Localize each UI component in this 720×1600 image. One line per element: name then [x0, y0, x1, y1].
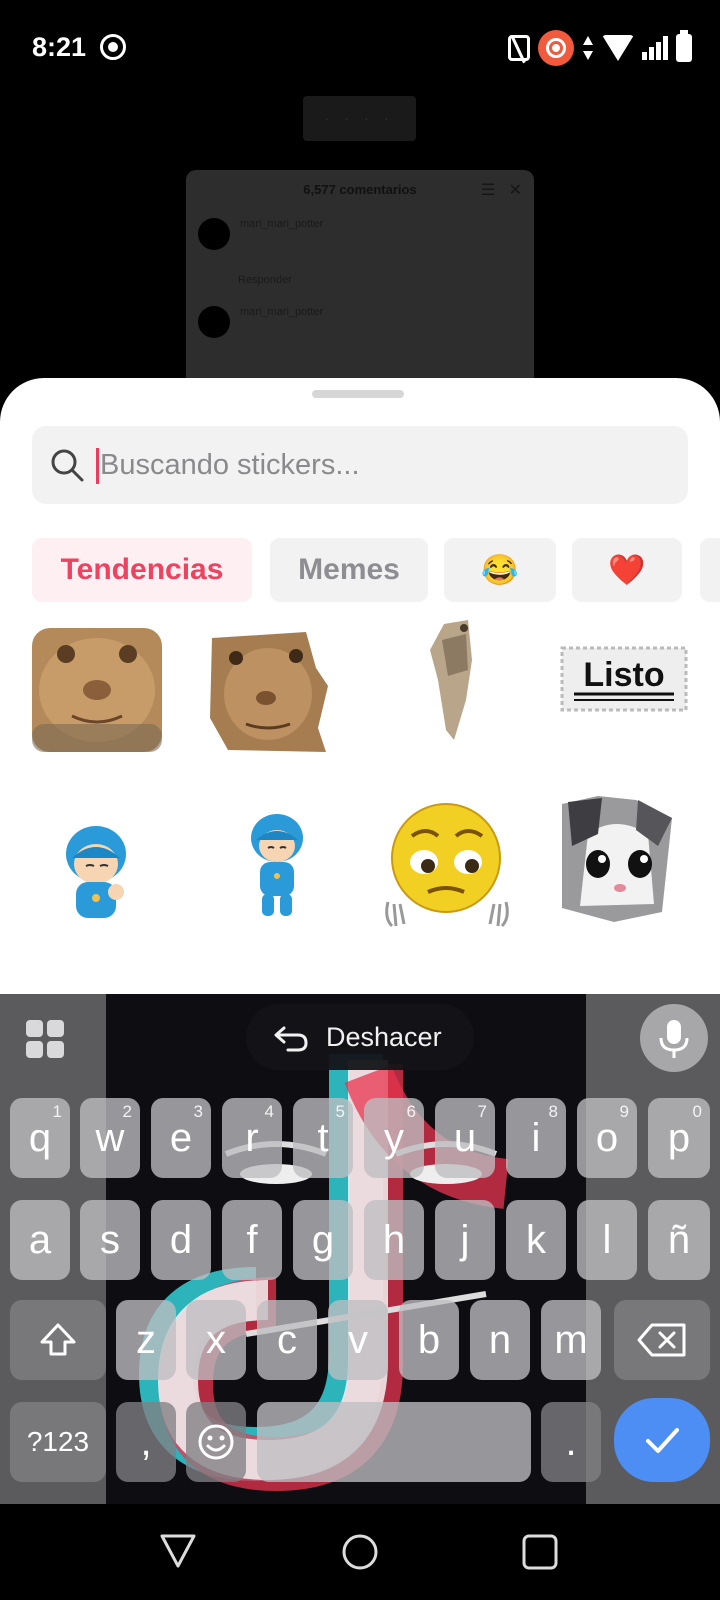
background-pill: · · · · [303, 96, 416, 141]
sticker-sheet: Tendencias Memes 😂 ❤️ [0, 378, 720, 998]
key-g[interactable]: g [293, 1200, 353, 1280]
sticker-search-bar[interactable] [32, 426, 688, 504]
spacebar[interactable] [257, 1402, 531, 1482]
key-d[interactable]: d [151, 1200, 211, 1280]
emoji-key[interactable] [186, 1402, 246, 1482]
key-o[interactable]: o9 [577, 1098, 637, 1178]
sticker-grid: Listo [0, 618, 720, 978]
key-l[interactable]: l [577, 1200, 637, 1280]
shift-icon [40, 1323, 76, 1356]
keyboard: Deshacer q1 w2 e3 r4 t5 y6 u7 i8 o9 p0 a… [0, 994, 720, 1504]
tab-heart-emoji[interactable]: ❤️ [572, 538, 682, 602]
data-activity-icon [582, 34, 594, 62]
sticker-cat-face-closeup[interactable] [32, 624, 162, 752]
key-u[interactable]: u7 [435, 1098, 495, 1178]
microphone-icon [659, 1020, 689, 1058]
cell-signal-icon [642, 36, 668, 60]
undo-icon [274, 1026, 308, 1052]
key-t[interactable]: t5 [293, 1098, 353, 1178]
comma-key[interactable]: , [116, 1402, 176, 1482]
emoji-icon [198, 1424, 234, 1460]
keyboard-toolbar: Deshacer [0, 994, 720, 1084]
hotspot-icon [538, 30, 574, 66]
recents-square-icon[interactable] [520, 1532, 560, 1572]
back-triangle-icon[interactable] [158, 1532, 198, 1570]
battery-icon [676, 30, 692, 62]
nfc-icon [508, 35, 530, 61]
search-icon [51, 449, 84, 482]
backspace-key[interactable] [614, 1300, 710, 1380]
symbols-key[interactable]: ?123 [10, 1402, 106, 1482]
key-c[interactable]: c [257, 1300, 317, 1380]
avatar [198, 306, 230, 338]
key-e[interactable]: e3 [151, 1098, 211, 1178]
comment-item: mari_mari_potter [198, 306, 518, 346]
sticker-search-input[interactable] [100, 440, 660, 490]
key-b[interactable]: b [399, 1300, 459, 1380]
tab-memes[interactable]: Memes [270, 538, 428, 602]
key-v[interactable]: v [328, 1300, 388, 1380]
key-p[interactable]: p0 [648, 1098, 710, 1178]
backspace-icon [637, 1323, 686, 1357]
undo-label: Deshacer [326, 1021, 442, 1052]
sticker-pocoyo-waving[interactable] [62, 818, 134, 920]
keyboard-menu-grid-icon[interactable] [26, 1020, 66, 1060]
sticker-crying-kitten[interactable] [558, 794, 676, 922]
shift-key[interactable] [10, 1300, 106, 1380]
key-j[interactable]: j [435, 1200, 495, 1280]
key-s[interactable]: s [80, 1200, 140, 1280]
undo-button[interactable]: Deshacer [246, 1004, 474, 1070]
avatar [198, 218, 230, 250]
sticker-pocoyo-standing[interactable] [248, 810, 306, 918]
comment-username: mari_mari_potter [240, 218, 324, 230]
key-f[interactable]: f [222, 1200, 282, 1280]
reply-link: Responder [238, 274, 292, 286]
home-circle-icon[interactable] [340, 1532, 380, 1572]
status-time: 8:21 [32, 32, 87, 62]
key-z[interactable]: z [116, 1300, 176, 1380]
background-comments: · · · · 6,577 comentarios ☰ ✕ mari_mari_… [0, 96, 720, 430]
status-bar: 8:21 [0, 0, 720, 96]
navigation-bar [0, 1504, 720, 1600]
wifi-icon [602, 35, 634, 61]
key-q[interactable]: q1 [10, 1098, 70, 1178]
tab-more[interactable] [700, 538, 720, 602]
text-cursor [96, 448, 99, 484]
sticker-cat-face-cutout[interactable] [206, 628, 330, 752]
comment-username: mari_mari_potter [240, 306, 324, 318]
sticker-sad-emoji-hands[interactable] [382, 800, 512, 928]
key-i[interactable]: i8 [506, 1098, 566, 1178]
sticker-standing-cat[interactable] [424, 620, 482, 744]
key-y[interactable]: y6 [364, 1098, 424, 1178]
checkmark-icon [646, 1428, 679, 1453]
sticker-listo-stamp[interactable]: Listo [560, 646, 688, 712]
comment-item: mari_mari_potter [198, 218, 518, 258]
screen-record-icon [100, 34, 126, 60]
key-r[interactable]: r4 [222, 1098, 282, 1178]
tab-laughing-emoji[interactable]: 😂 [444, 538, 556, 602]
tab-tendencias[interactable]: Tendencias [32, 538, 252, 602]
key-n[interactable]: n [470, 1300, 530, 1380]
key-k[interactable]: k [506, 1200, 566, 1280]
period-key[interactable]: . [541, 1402, 601, 1482]
key-h[interactable]: h [364, 1200, 424, 1280]
status-icons [508, 30, 692, 66]
key-n-tilde[interactable]: ñ [648, 1200, 710, 1280]
comments-header-icons: ☰ ✕ [480, 182, 522, 199]
key-x[interactable]: x [186, 1300, 246, 1380]
key-a[interactable]: a [10, 1200, 70, 1280]
drag-handle[interactable] [312, 390, 404, 398]
key-w[interactable]: w2 [80, 1098, 140, 1178]
enter-key[interactable] [614, 1398, 710, 1482]
sticker-category-tabs: Tendencias Memes 😂 ❤️ [32, 538, 720, 602]
listo-text: Listo [583, 656, 664, 694]
microphone-button[interactable] [640, 1004, 708, 1072]
key-m[interactable]: m [541, 1300, 601, 1380]
